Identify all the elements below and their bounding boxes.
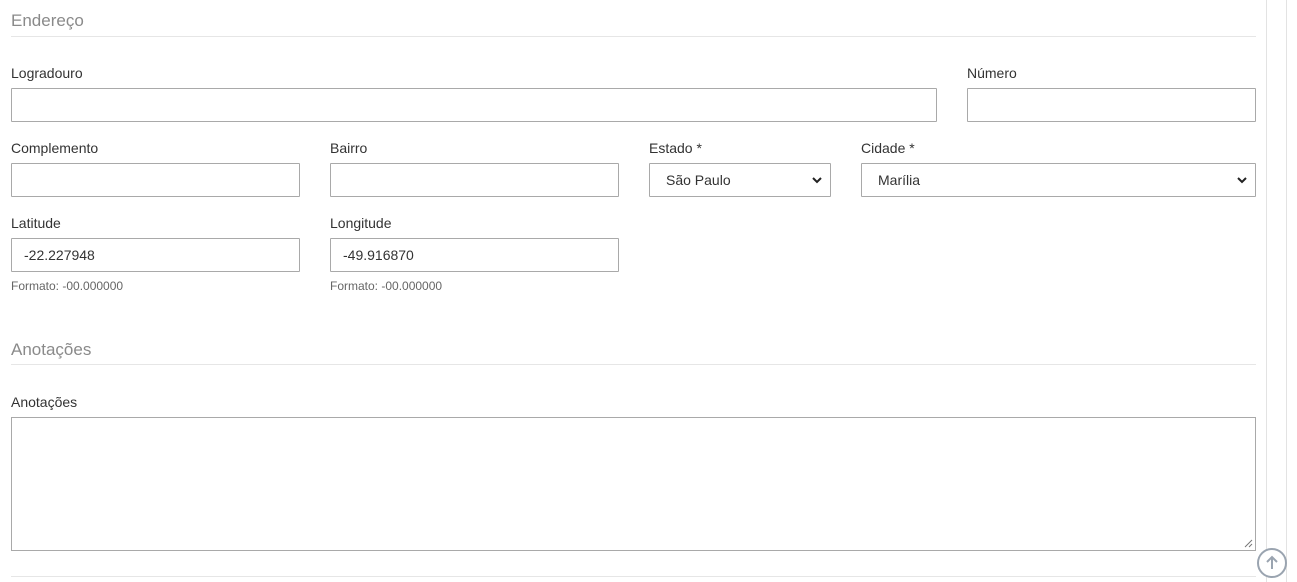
numero-input[interactable] xyxy=(967,88,1256,122)
latitude-input[interactable]: -22.227948 xyxy=(11,238,300,272)
section-title-endereco: Endereço xyxy=(11,11,84,30)
logradouro-input[interactable] xyxy=(11,88,937,122)
address-form-page: Endereço Logradouro Número Complemento B… xyxy=(0,0,1297,582)
longitude-label: Longitude xyxy=(330,215,392,231)
panel-edge-line xyxy=(1266,0,1267,582)
estado-select[interactable]: São Paulo xyxy=(649,163,831,197)
complemento-label: Complemento xyxy=(11,140,99,156)
latitude-label: Latitude xyxy=(11,215,61,231)
complemento-input[interactable] xyxy=(11,163,300,197)
longitude-input[interactable]: -49.916870 xyxy=(330,238,619,272)
footer-divider xyxy=(11,576,1256,577)
bairro-label: Bairro xyxy=(330,140,368,156)
longitude-format-hint: Formato: -00.000000 xyxy=(330,279,443,293)
latitude-format-hint: Formato: -00.000000 xyxy=(11,279,124,293)
anotacoes-label: Anotações xyxy=(11,394,78,410)
resize-grip-icon[interactable] xyxy=(1243,538,1253,548)
chevron-down-icon xyxy=(812,177,822,184)
section-divider xyxy=(11,36,1256,37)
section-title-anotacoes: Anotações xyxy=(11,340,92,359)
cidade-selected-value: Marília xyxy=(878,172,921,188)
anotacoes-textarea[interactable] xyxy=(11,417,1256,551)
chevron-down-icon xyxy=(1237,177,1247,184)
bairro-input[interactable] xyxy=(330,163,619,197)
arrow-up-icon xyxy=(1266,555,1278,569)
scroll-to-top-button[interactable] xyxy=(1257,548,1287,578)
estado-label: Estado * xyxy=(649,140,702,156)
numero-label: Número xyxy=(967,65,1017,81)
estado-selected-value: São Paulo xyxy=(666,172,731,188)
logradouro-label: Logradouro xyxy=(11,65,83,81)
scrollbar-track[interactable] xyxy=(1286,0,1287,582)
cidade-label: Cidade * xyxy=(861,140,915,156)
cidade-select[interactable]: Marília xyxy=(861,163,1256,197)
section-divider xyxy=(11,364,1256,365)
